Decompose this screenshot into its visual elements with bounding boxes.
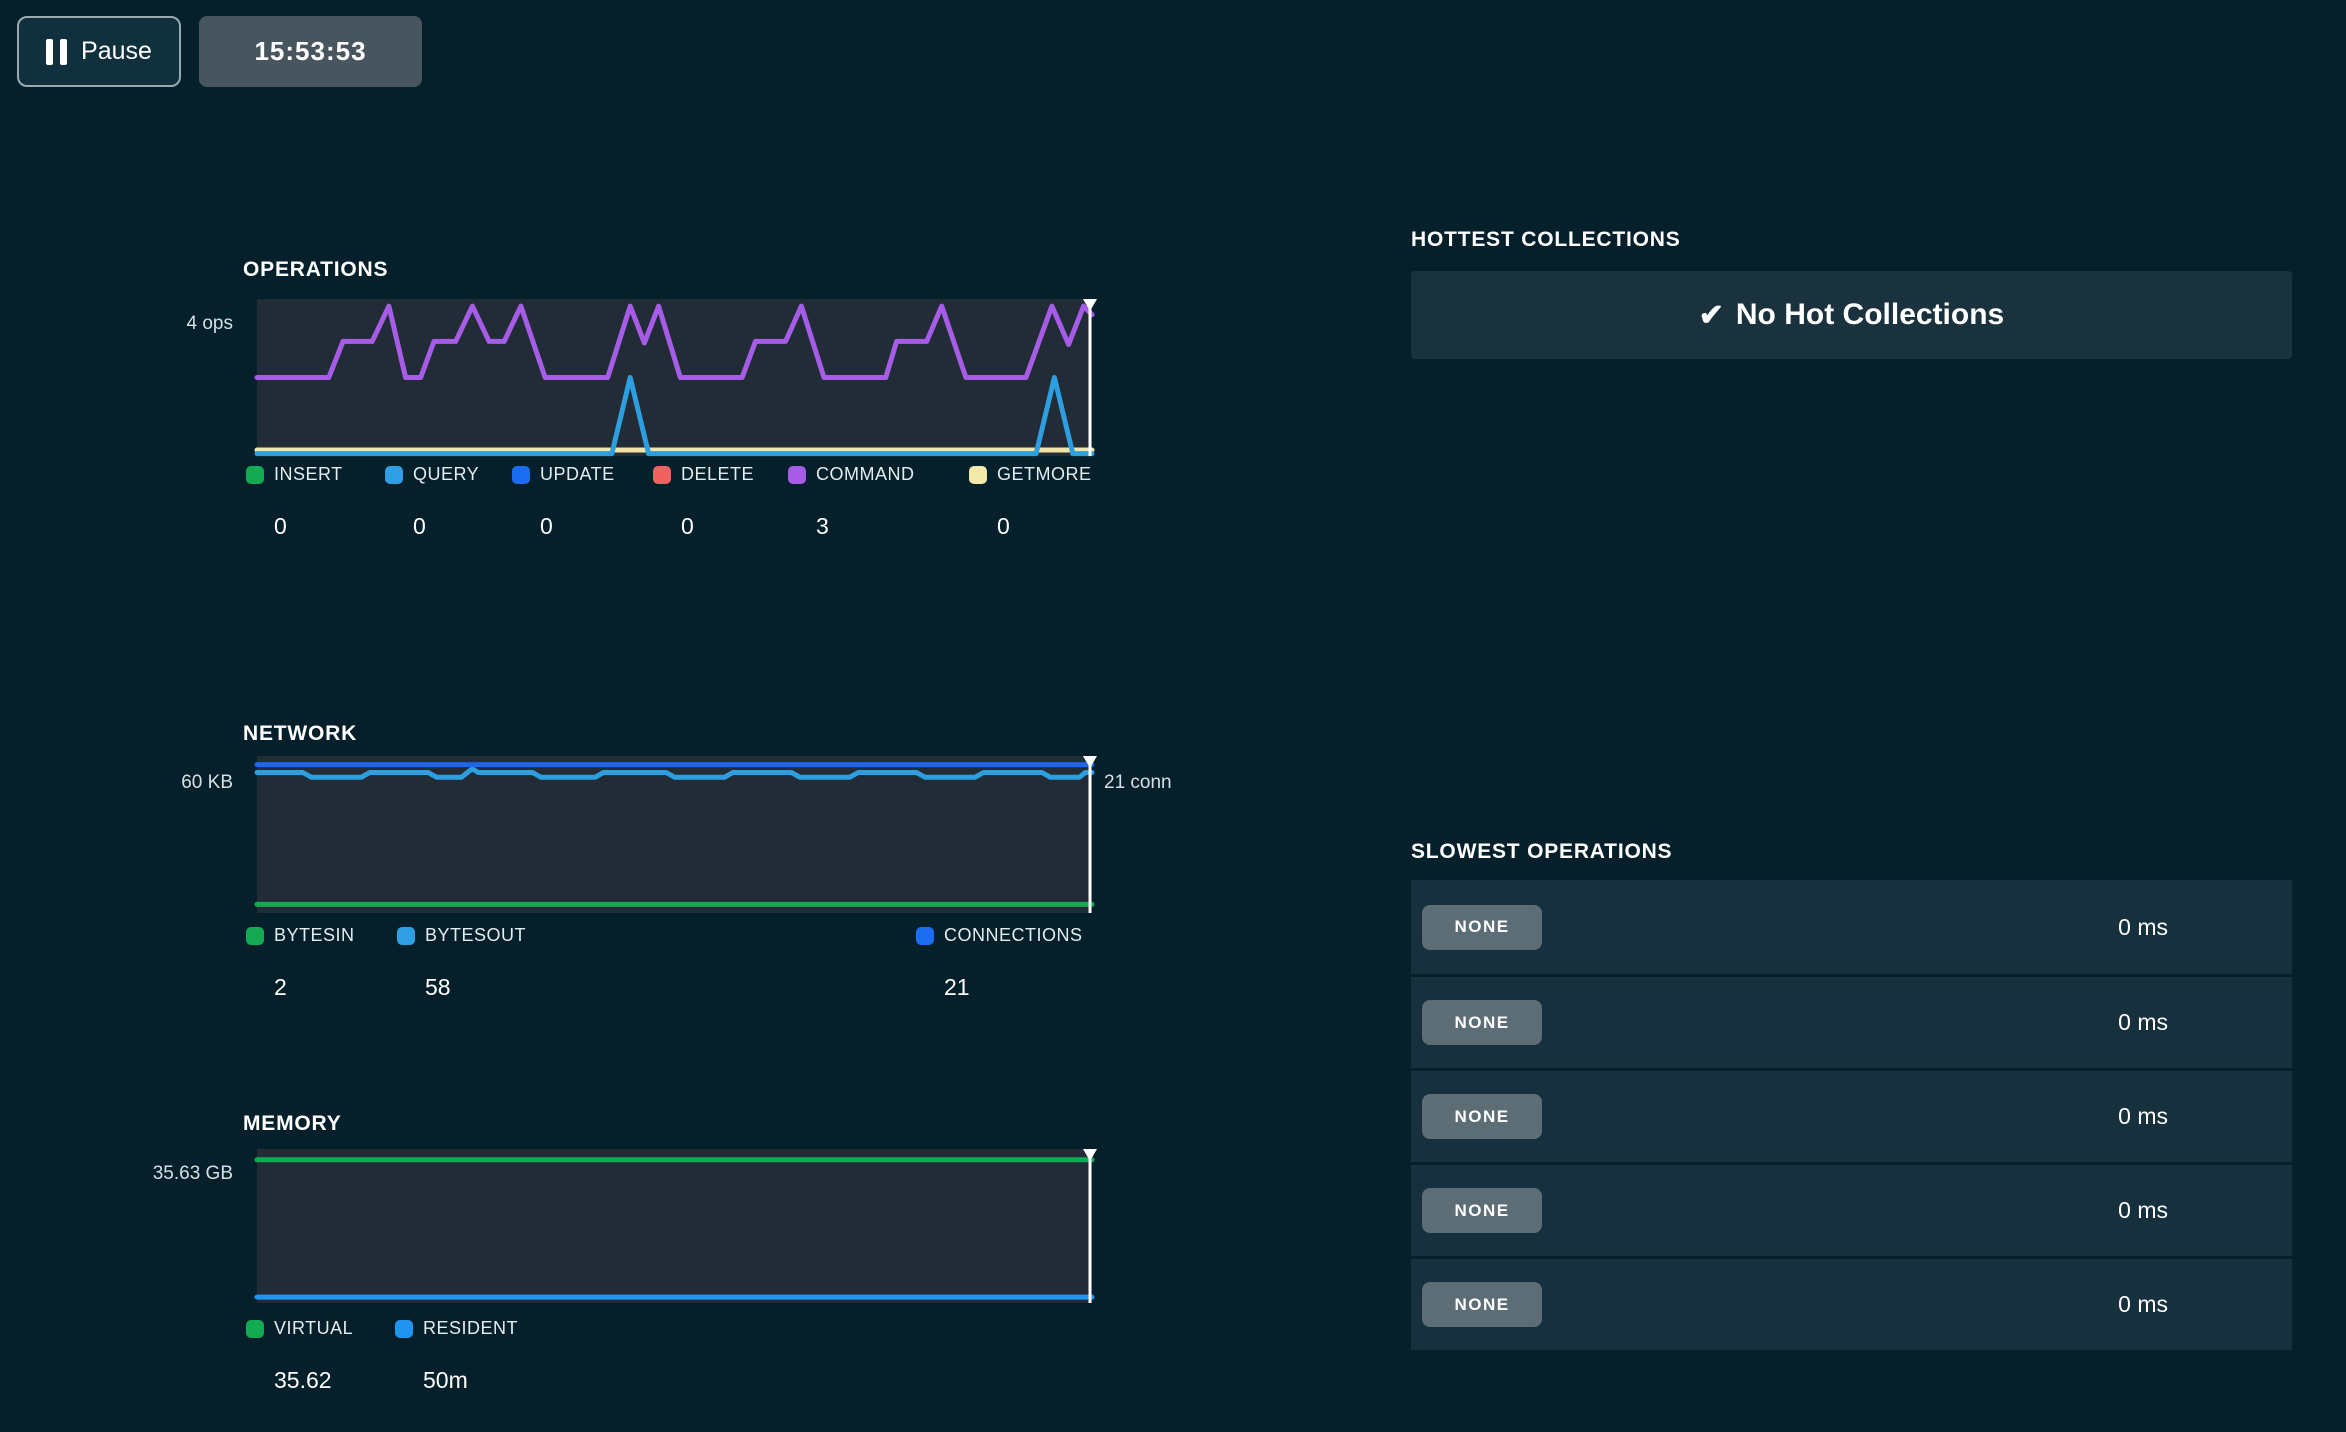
connections-swatch-icon — [916, 927, 934, 945]
operations-chart[interactable] — [257, 299, 1092, 456]
legend-label: RESIDENT — [423, 1318, 518, 1339]
network-connections-label: 21 conn — [1104, 772, 1172, 794]
legend-label: BYTESIN — [274, 925, 355, 946]
no-hot-collections-banner: ✔ No Hot Collections — [1411, 271, 2292, 359]
operations-series-query — [257, 378, 1092, 454]
memory-chart[interactable] — [257, 1149, 1092, 1303]
operations-series-command — [257, 306, 1092, 377]
legend-label: GETMORE — [997, 464, 1092, 485]
legend-label: VIRTUAL — [274, 1318, 353, 1339]
legend-value: 0 — [681, 513, 788, 540]
slowest-operations-list: NONE 0 ms NONE 0 ms NONE 0 ms NONE 0 ms NONE 0 ms — [1411, 880, 2292, 1350]
clock-display: 15:53:53 — [199, 16, 422, 87]
legend-value: 3 — [816, 513, 969, 540]
performance-dashboard: Pause 15:53:53 OPERATIONS 4 ops INSERT0Q… — [0, 0, 2346, 1432]
legend-item-update: UPDATE 0 — [512, 464, 653, 540]
legend-item-query: QUERY 0 — [385, 464, 512, 540]
slow-operation-row: NONE 0 ms — [1411, 974, 2292, 1068]
hottest-collections-title: HOTTEST COLLECTIONS — [1411, 228, 1681, 252]
pause-button-label: Pause — [81, 37, 152, 66]
legend-item-bytesin: BYTESIN 2 — [246, 925, 397, 1001]
operation-duration: 0 ms — [2118, 1197, 2168, 1224]
insert-swatch-icon — [246, 466, 264, 484]
legend-value: 35.62 — [274, 1367, 395, 1394]
no-hot-collections-text: No Hot Collections — [1736, 298, 2004, 332]
legend-value: 0 — [997, 513, 1092, 540]
legend-value: 58 — [425, 974, 916, 1001]
check-icon: ✔ — [1699, 298, 1724, 333]
operation-none-badge: NONE — [1422, 1282, 1542, 1327]
slow-operation-row: NONE 0 ms — [1411, 880, 2292, 974]
pause-button[interactable]: Pause — [17, 16, 181, 87]
legend-label: COMMAND — [816, 464, 915, 485]
operation-none-badge: NONE — [1422, 1094, 1542, 1139]
query-swatch-icon — [385, 466, 403, 484]
legend-label: BYTESOUT — [425, 925, 526, 946]
command-swatch-icon — [788, 466, 806, 484]
operation-none-badge: NONE — [1422, 905, 1542, 950]
legend-value: 50m — [423, 1367, 518, 1394]
operations-chart-svg — [257, 299, 1092, 456]
memory-chart-svg — [257, 1149, 1092, 1303]
legend-label: QUERY — [413, 464, 479, 485]
memory-axis-label: 35.63 GB — [40, 1163, 233, 1185]
legend-item-virtual: VIRTUAL 35.62 — [246, 1318, 395, 1394]
delete-swatch-icon — [653, 466, 671, 484]
legend-label: UPDATE — [540, 464, 615, 485]
operations-legend: INSERT0QUERY0UPDATE0DELETE0COMMAND3GETMO… — [246, 464, 1092, 540]
memory-title: MEMORY — [243, 1112, 342, 1136]
legend-label: DELETE — [681, 464, 754, 485]
network-series-bytesout — [257, 769, 1092, 777]
operation-duration: 0 ms — [2118, 1009, 2168, 1036]
network-title: NETWORK — [243, 722, 357, 746]
legend-value: 21 — [944, 974, 1083, 1001]
operation-none-badge: NONE — [1422, 1000, 1542, 1045]
operation-duration: 0 ms — [2118, 914, 2168, 941]
bytesout-swatch-icon — [397, 927, 415, 945]
legend-item-connections: CONNECTIONS 21 — [916, 925, 1083, 1001]
network-chart-svg — [257, 756, 1092, 913]
legend-label: INSERT — [274, 464, 343, 485]
slowest-operations-title: SLOWEST OPERATIONS — [1411, 840, 1672, 864]
slow-operation-row: NONE 0 ms — [1411, 1068, 2292, 1162]
operation-none-badge: NONE — [1422, 1188, 1542, 1233]
operation-duration: 0 ms — [2118, 1291, 2168, 1318]
slow-operation-row: NONE 0 ms — [1411, 1162, 2292, 1256]
virtual-swatch-icon — [246, 1320, 264, 1338]
network-legend: BYTESIN 2 BYTESOUT 58 CONNECTIONS 21 — [246, 925, 1083, 1001]
legend-value: 0 — [540, 513, 653, 540]
legend-label: CONNECTIONS — [944, 925, 1083, 946]
legend-item-getmore: GETMORE 0 — [969, 464, 1092, 540]
operation-duration: 0 ms — [2118, 1103, 2168, 1130]
operations-title: OPERATIONS — [243, 258, 388, 282]
network-chart[interactable] — [257, 756, 1092, 913]
legend-item-insert: INSERT 0 — [246, 464, 385, 540]
legend-item-delete: DELETE 0 — [653, 464, 788, 540]
operations-axis-label: 4 ops — [40, 313, 233, 335]
legend-item-command: COMMAND 3 — [788, 464, 969, 540]
update-swatch-icon — [512, 466, 530, 484]
clock-time: 15:53:53 — [254, 36, 366, 67]
legend-value: 0 — [413, 513, 512, 540]
legend-value: 2 — [274, 974, 397, 1001]
legend-item-resident: RESIDENT 50m — [395, 1318, 518, 1394]
getmore-swatch-icon — [969, 466, 987, 484]
resident-swatch-icon — [395, 1320, 413, 1338]
pause-icon — [46, 39, 67, 65]
network-axis-label: 60 KB — [40, 772, 233, 794]
legend-item-bytesout: BYTESOUT 58 — [397, 925, 916, 1001]
memory-legend: VIRTUAL 35.62 RESIDENT 50m — [246, 1318, 518, 1394]
slow-operation-row: NONE 0 ms — [1411, 1256, 2292, 1350]
legend-value: 0 — [274, 513, 385, 540]
bytesin-swatch-icon — [246, 927, 264, 945]
